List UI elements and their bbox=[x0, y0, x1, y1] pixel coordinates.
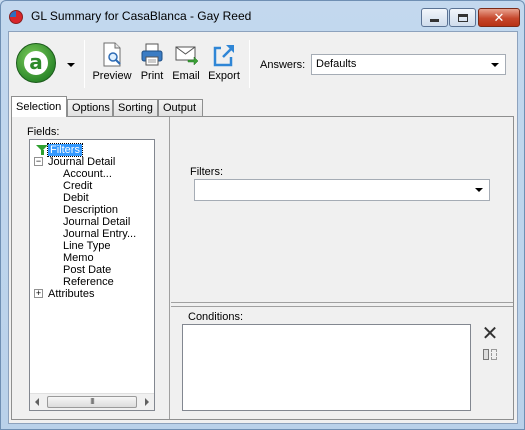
chevron-down-icon bbox=[491, 63, 499, 67]
tree-item-debit[interactable]: Debit bbox=[63, 192, 89, 204]
tree-item-label: Filters bbox=[47, 143, 83, 157]
collapse-icon[interactable]: − bbox=[34, 157, 43, 166]
move-condition-icon-part bbox=[491, 349, 497, 360]
tree-item-journal-entry[interactable]: Journal Entry... bbox=[63, 228, 136, 240]
scroll-right-icon[interactable] bbox=[145, 398, 149, 406]
filters-label: Filters: bbox=[190, 166, 223, 178]
toolbar: a Preview Print Email Export Answers: De… bbox=[9, 32, 517, 92]
report-window: GL Summary for CasaBlanca - Gay Reed ✕ a bbox=[0, 0, 525, 430]
window-title: GL Summary for CasaBlanca - Gay Reed bbox=[31, 9, 252, 23]
preview-label: Preview bbox=[92, 70, 132, 82]
export-button[interactable]: Export bbox=[206, 42, 242, 88]
conditions-section: Conditions: ✕ bbox=[171, 306, 513, 419]
tree-item-description[interactable]: Description bbox=[63, 204, 118, 216]
tree-item-journal-detail-field[interactable]: Journal Detail bbox=[63, 216, 130, 228]
tree-item-reference[interactable]: Reference bbox=[63, 276, 114, 288]
filters-section: Filters: bbox=[171, 117, 513, 303]
tab-selection[interactable]: Selection bbox=[11, 96, 67, 117]
app-menu-button[interactable]: a bbox=[16, 43, 56, 83]
horizontal-scrollbar[interactable]: III bbox=[30, 393, 154, 410]
tab-output[interactable]: Output bbox=[158, 99, 203, 117]
answers-dropdown[interactable]: Defaults bbox=[311, 54, 506, 75]
fields-pane: Fields: Filters − Journal Detail Account… bbox=[12, 117, 170, 419]
fields-tree[interactable]: Filters − Journal Detail Account... Cred… bbox=[29, 139, 155, 411]
conditions-list[interactable] bbox=[182, 324, 471, 411]
minimize-button[interactable] bbox=[421, 8, 448, 27]
export-label: Export bbox=[208, 70, 240, 82]
preview-icon bbox=[100, 42, 124, 68]
tree-item-label: Attributes bbox=[48, 288, 95, 300]
close-button[interactable]: ✕ bbox=[478, 8, 520, 27]
email-button[interactable]: Email bbox=[170, 42, 202, 88]
tree-item-account[interactable]: Account... bbox=[63, 168, 112, 180]
maximize-icon bbox=[457, 13, 468, 22]
tree-item-filters[interactable]: Filters bbox=[34, 143, 104, 157]
tree-item-line-type[interactable]: Line Type bbox=[63, 240, 111, 252]
maximize-button[interactable] bbox=[449, 8, 476, 27]
scroll-left-icon[interactable] bbox=[35, 398, 39, 406]
tree-item-post-date[interactable]: Post Date bbox=[63, 264, 111, 276]
tree-item-credit[interactable]: Credit bbox=[63, 180, 92, 192]
minimize-icon bbox=[430, 19, 439, 22]
delete-condition-button[interactable]: ✕ bbox=[480, 323, 500, 344]
chevron-down-icon bbox=[475, 188, 483, 192]
filters-dropdown[interactable] bbox=[194, 179, 490, 201]
tree-item-memo[interactable]: Memo bbox=[63, 252, 94, 264]
preview-button[interactable]: Preview bbox=[91, 42, 133, 88]
toolbar-separator bbox=[84, 40, 85, 88]
answers-label: Answers: bbox=[260, 59, 306, 71]
move-condition-icon-part bbox=[483, 349, 489, 360]
export-icon bbox=[212, 42, 236, 68]
fields-label: Fields: bbox=[27, 126, 60, 138]
email-icon bbox=[174, 42, 199, 68]
app-icon bbox=[9, 10, 23, 24]
tree-item-label: Journal Detail bbox=[48, 156, 116, 168]
conditions-label: Conditions: bbox=[188, 311, 244, 323]
expand-icon[interactable]: + bbox=[34, 289, 43, 298]
answers-value: Defaults bbox=[316, 58, 357, 70]
selection-panel: Fields: Filters − Journal Detail Account… bbox=[11, 116, 514, 420]
client-area: a Preview Print Email Export Answers: De… bbox=[8, 31, 518, 424]
toolbar-separator bbox=[249, 40, 250, 88]
tab-sorting[interactable]: Sorting bbox=[113, 99, 158, 117]
email-label: Email bbox=[172, 70, 200, 82]
print-label: Print bbox=[140, 70, 164, 82]
close-icon: ✕ bbox=[493, 10, 505, 25]
tab-options[interactable]: Options bbox=[67, 99, 113, 117]
title-bar[interactable]: GL Summary for CasaBlanca - Gay Reed ✕ bbox=[1, 1, 524, 31]
filter-icon-stem bbox=[41, 150, 44, 155]
move-condition-icon[interactable] bbox=[483, 348, 497, 362]
app-logo-icon: a bbox=[24, 51, 48, 75]
print-button[interactable]: Print bbox=[137, 42, 167, 88]
app-menu-dropdown-icon[interactable] bbox=[67, 63, 75, 67]
scrollbar-thumb[interactable]: III bbox=[47, 396, 137, 408]
printer-icon bbox=[140, 42, 164, 68]
